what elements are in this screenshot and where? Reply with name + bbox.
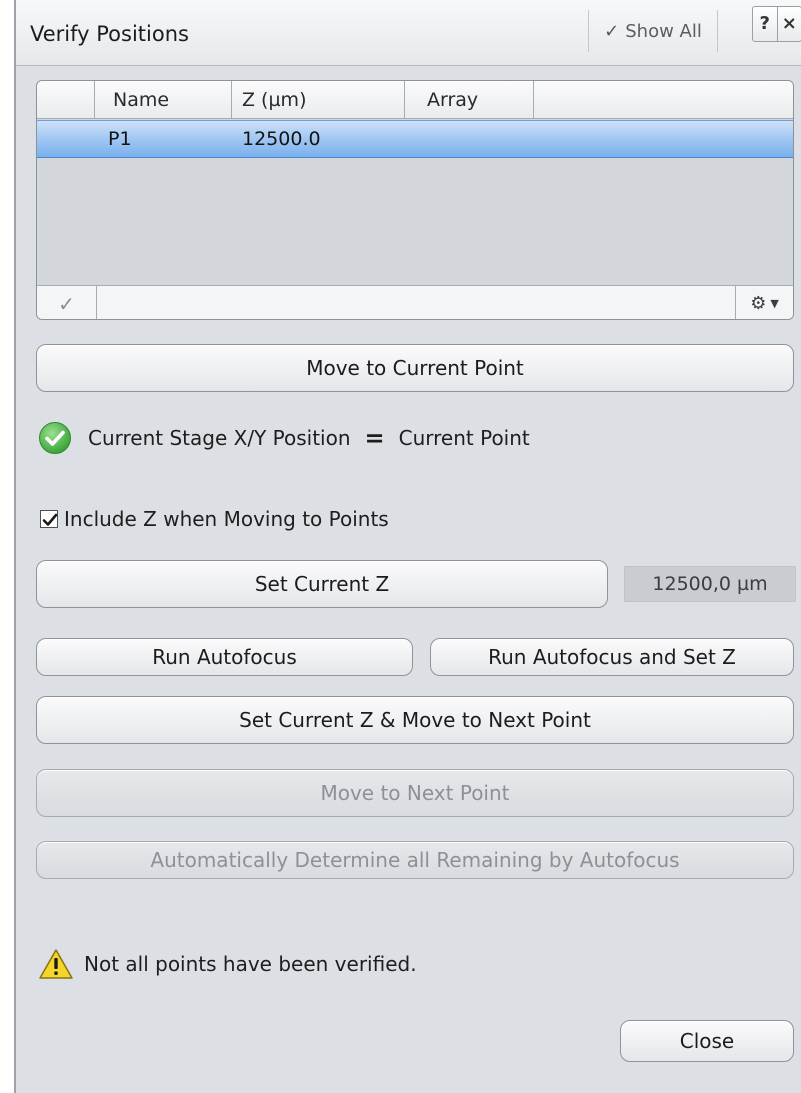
verification-warning: Not all points have been verified.: [38, 948, 417, 980]
current-z-readout: 12500,0 µm: [624, 566, 796, 602]
show-all-label: Show All: [625, 20, 702, 42]
column-header-extra[interactable]: [534, 81, 793, 119]
column-header-z[interactable]: Z (µm): [232, 81, 405, 119]
run-autofocus-button[interactable]: Run Autofocus: [36, 638, 413, 676]
row-array-cell: [405, 121, 534, 157]
column-header-array[interactable]: Array: [405, 81, 534, 119]
warning-text: Not all points have been verified.: [84, 952, 417, 976]
table-options-button[interactable]: ⚙ ▼: [735, 286, 793, 319]
row-name-cell: P1: [108, 128, 132, 150]
column-header-name[interactable]: Name: [95, 81, 232, 119]
title-bar: Verify Positions ✓ Show All ? ×: [16, 0, 801, 66]
include-z-option[interactable]: Include Z when Moving to Points: [40, 507, 389, 531]
include-z-label: Include Z when Moving to Points: [64, 507, 389, 531]
auto-determine-button[interactable]: Automatically Determine all Remaining by…: [36, 841, 794, 879]
panel-title: Verify Positions: [30, 22, 189, 46]
status-right-text: Current Point: [398, 426, 530, 450]
gear-icon: ⚙: [750, 293, 767, 314]
move-to-current-point-button[interactable]: Move to Current Point: [36, 344, 794, 392]
checkmark-icon: ✓: [604, 20, 620, 42]
check-circle-icon: [39, 422, 71, 454]
run-autofocus-and-set-z-button[interactable]: Run Autofocus and Set Z: [430, 638, 794, 676]
help-button[interactable]: ?: [753, 7, 777, 41]
warning-icon: [39, 949, 73, 979]
table-row[interactable]: P1 12500.0: [37, 120, 793, 158]
close-panel-button[interactable]: ×: [776, 7, 801, 41]
include-z-checkbox[interactable]: [40, 510, 58, 528]
status-equals: =: [364, 424, 385, 452]
window-controls: ? ×: [752, 6, 801, 42]
close-button[interactable]: Close: [620, 1020, 794, 1062]
set-z-and-move-next-button[interactable]: Set Current Z & Move to Next Point: [36, 696, 794, 744]
checkmark-icon: [42, 513, 58, 526]
row-select-cell: [37, 121, 95, 157]
verify-positions-panel: Verify Positions ✓ Show All ? × Name Z (…: [14, 0, 801, 1093]
table-header: Name Z (µm) Array: [37, 81, 793, 119]
verify-check-button[interactable]: ✓: [37, 286, 97, 319]
move-to-next-point-button[interactable]: Move to Next Point: [36, 769, 794, 817]
row-z-cell: 12500.0: [242, 128, 321, 150]
position-status: Current Stage X/Y Position = Current Poi…: [38, 420, 530, 456]
show-all-toggle[interactable]: ✓ Show All: [588, 10, 718, 52]
checkmark-icon: ✓: [58, 291, 75, 316]
column-header-select[interactable]: [37, 81, 95, 119]
set-current-z-button[interactable]: Set Current Z: [36, 560, 608, 608]
table-footer: ✓ ⚙ ▼: [37, 285, 793, 319]
positions-table: Name Z (µm) Array P1 12500.0 ✓ ⚙ ▼: [36, 80, 794, 320]
status-left-text: Current Stage X/Y Position: [88, 426, 351, 450]
chevron-down-icon: ▼: [770, 297, 779, 310]
